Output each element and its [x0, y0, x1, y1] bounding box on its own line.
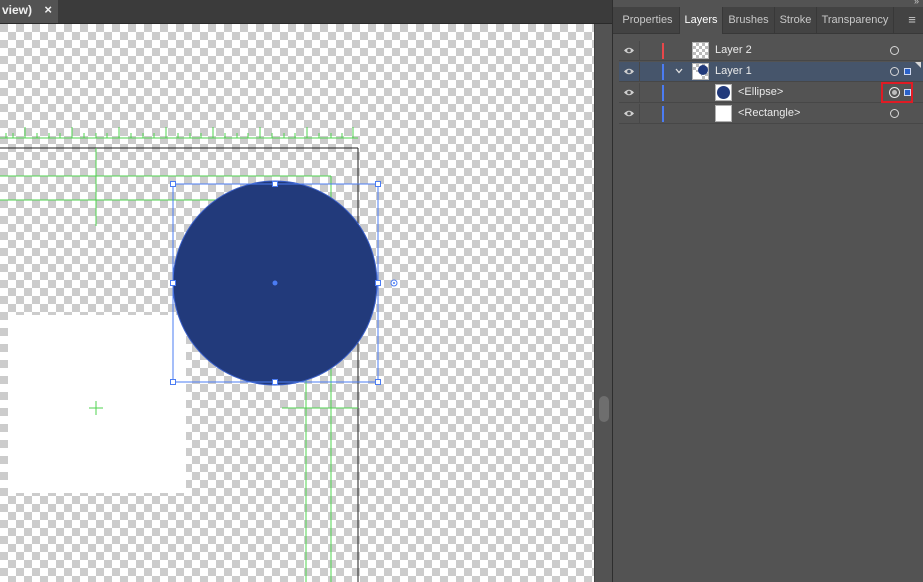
- corner-indicator-icon: [915, 62, 921, 68]
- artboard-canvas[interactable]: view) ×: [0, 0, 612, 582]
- visibility-eye-icon[interactable]: [624, 67, 634, 76]
- tab-properties[interactable]: Properties: [616, 7, 680, 33]
- layer-color-bar: [662, 43, 664, 59]
- layer-thumbnail: [692, 63, 709, 80]
- panel-menu-icon[interactable]: ≡: [905, 7, 919, 33]
- tab-brushes[interactable]: Brushes: [723, 7, 775, 33]
- collapse-panels-icon[interactable]: »: [914, 0, 919, 6]
- target-circle-icon[interactable]: [890, 109, 899, 118]
- layer-thumbnail: [715, 105, 732, 122]
- selected-art-indicator[interactable]: [904, 89, 911, 96]
- layers-panel: » Properties Layers Brushes Stroke Trans…: [613, 0, 923, 582]
- panel-tab-strip: Properties Layers Brushes Stroke Transpa…: [613, 7, 923, 34]
- lock-column[interactable]: [639, 41, 640, 61]
- tab-layers[interactable]: Layers: [680, 7, 723, 34]
- visibility-eye-icon[interactable]: [624, 109, 634, 118]
- layer-row-layer-2[interactable]: Layer 2: [619, 41, 923, 61]
- layer-name[interactable]: <Ellipse>: [738, 86, 783, 98]
- selected-art-indicator[interactable]: [904, 68, 911, 75]
- visibility-eye-icon[interactable]: [624, 46, 634, 55]
- layer-row-rectangle[interactable]: <Rectangle>: [619, 104, 923, 124]
- layer-thumbnail: [715, 84, 732, 101]
- layer-name[interactable]: Layer 2: [715, 44, 752, 56]
- layer-row-ellipse[interactable]: <Ellipse>: [619, 82, 923, 103]
- chevron-down-icon[interactable]: [673, 65, 685, 77]
- layer-name[interactable]: <Rectangle>: [738, 107, 800, 119]
- tab-transparency[interactable]: Transparency: [817, 7, 894, 33]
- layer-color-bar: [662, 64, 664, 80]
- target-circle-icon[interactable]: [889, 87, 900, 98]
- layer-color-bar: [662, 106, 664, 122]
- layer-name[interactable]: Layer 1: [715, 65, 752, 77]
- layer-thumbnail: [692, 42, 709, 59]
- layer-row-layer-1[interactable]: Layer 1: [619, 62, 923, 82]
- vertical-scrollbar[interactable]: [594, 24, 612, 582]
- visibility-eye-icon[interactable]: [624, 88, 634, 97]
- lock-column[interactable]: [639, 62, 640, 82]
- target-circle-icon[interactable]: [890, 67, 899, 76]
- lock-column[interactable]: [639, 83, 640, 103]
- artwork-layer: [0, 127, 398, 582]
- ellipse-center-point: [272, 280, 278, 286]
- tab-stroke[interactable]: Stroke: [775, 7, 817, 33]
- ruler-ticks: [0, 127, 358, 139]
- rectangle-shape: [8, 315, 186, 493]
- layer-color-bar: [662, 85, 664, 101]
- target-circle-icon[interactable]: [890, 46, 899, 55]
- lock-column[interactable]: [639, 104, 640, 124]
- scrollbar-thumb[interactable]: [599, 396, 609, 422]
